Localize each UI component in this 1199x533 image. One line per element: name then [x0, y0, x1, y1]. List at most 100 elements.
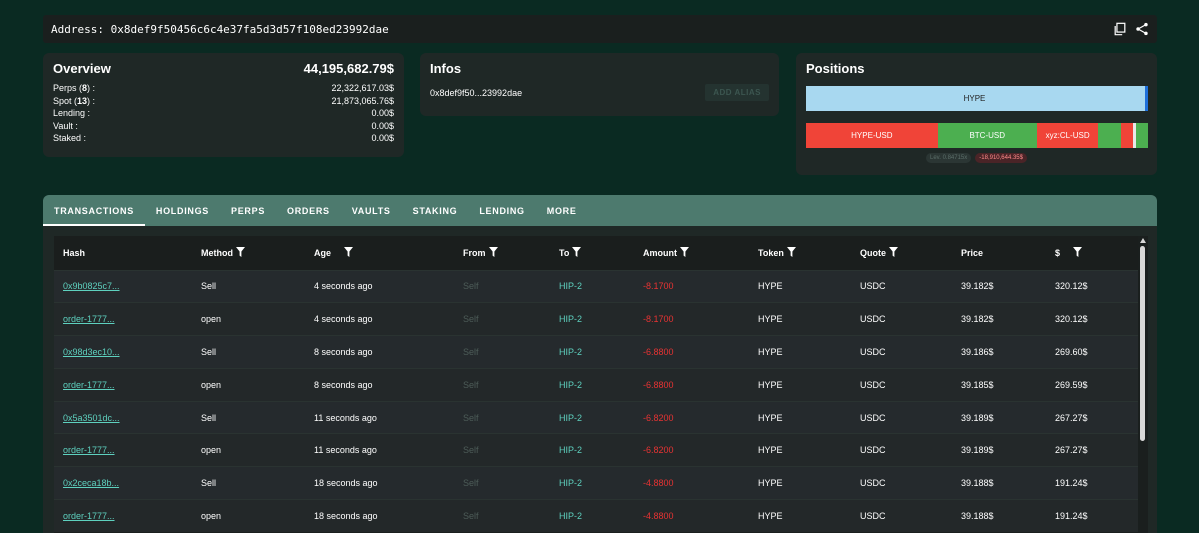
tab-orders[interactable]: ORDERS — [276, 195, 341, 226]
tab-more[interactable]: MORE — [536, 195, 588, 226]
overview-row-label: Spot (13) : — [53, 95, 95, 108]
cell-usd: 191.24$ — [1055, 511, 1088, 522]
perp-segment[interactable] — [1135, 123, 1148, 148]
filter-icon[interactable] — [1073, 246, 1083, 259]
hash-link[interactable]: 0x2ceca18b... — [63, 478, 119, 488]
scroll-thumb[interactable] — [1140, 246, 1145, 441]
filter-icon[interactable] — [572, 246, 582, 259]
cell-amount: -8.1700 — [643, 314, 674, 325]
spot-segment-small[interactable] — [1145, 86, 1148, 111]
overview-row-label-pre: Lending : — [53, 108, 91, 118]
perp-segment[interactable]: BTC-USD — [937, 123, 1037, 148]
column-header[interactable]: Token — [749, 236, 851, 270]
cell-usd: 191.24$ — [1055, 478, 1088, 489]
filter-icon[interactable] — [488, 246, 498, 259]
cell-token: HYPE — [758, 412, 783, 423]
column-header[interactable]: Age — [305, 236, 454, 270]
copy-icon[interactable] — [1113, 22, 1127, 36]
column-header[interactable]: Hash — [54, 236, 192, 270]
filter-icon[interactable] — [680, 246, 689, 259]
table-row[interactable]: order-1777... open 18 seconds ago Self HIP-2… — [54, 499, 1138, 533]
filter-icon[interactable] — [344, 246, 354, 259]
tab-vaults[interactable]: VAULTS — [341, 195, 402, 226]
column-header[interactable]: Amount — [634, 236, 749, 270]
tab-lending[interactable]: LENDING — [468, 195, 535, 226]
cell-method: Sell — [201, 346, 217, 357]
cell-age: 8 seconds ago — [314, 346, 373, 357]
hash-link[interactable]: 0x5a3501dc... — [63, 413, 120, 423]
perp-segment[interactable]: HYPE-USD — [806, 123, 938, 148]
address-bar: Address: 0x8def9f50456c6c4e37fa5d3d57f10… — [43, 15, 1157, 43]
overview-row-label-pre: Staked : — [53, 133, 87, 143]
infos-card: Infos 0x8def9f50...23992dae ADD ALIAS — [420, 53, 779, 116]
cell-age: 4 seconds ago — [314, 314, 373, 325]
overview-total: 44,195,682.79$ — [303, 61, 394, 76]
perp-segment[interactable] — [1098, 123, 1121, 148]
table-row[interactable]: 0x5a3501dc... Sell 11 seconds ago Self HIP-2… — [54, 401, 1138, 434]
address-actions — [1113, 22, 1149, 36]
cell-method: Sell — [201, 478, 217, 489]
filter-icon[interactable] — [236, 246, 245, 259]
perp-positions-bar[interactable]: HYPE-USD BTC-USD xyz:CL-USD — [806, 123, 1148, 148]
overview-row-value: 0.00$ — [371, 133, 394, 143]
spot-segment-hype[interactable]: HYPE — [806, 86, 1143, 111]
filter-icon[interactable] — [786, 246, 796, 259]
cell-method: open — [201, 511, 222, 522]
column-header-label: Quote — [860, 247, 886, 258]
table-row[interactable]: 0x98d3ec10... Sell 8 seconds ago Self HIP-2 -… — [54, 335, 1138, 369]
cell-amount: -6.8800 — [643, 346, 674, 357]
hash-link[interactable]: 0x9b0825c7... — [63, 281, 120, 291]
column-header[interactable]: $ — [1046, 236, 1138, 270]
overview-row-value: 0.00$ — [371, 108, 394, 118]
share-icon[interactable] — [1135, 22, 1149, 36]
perp-segment[interactable] — [1120, 123, 1133, 148]
hash-link[interactable]: order-1777... — [63, 445, 115, 455]
cell-quote: USDC — [860, 445, 886, 456]
column-header[interactable]: To — [550, 236, 634, 270]
tab-holdings[interactable]: HOLDINGS — [145, 195, 220, 226]
infos-short-address: 0x8def9f50...23992dae — [430, 87, 523, 98]
table-row[interactable]: 0x9b0825c7... Sell 4 seconds ago Self HIP-2 -… — [54, 270, 1138, 303]
column-header[interactable]: Price — [952, 236, 1046, 270]
table-row[interactable]: 0x2ceca18b... Sell 18 seconds ago Self HIP-2… — [54, 466, 1138, 500]
cell-from: Self — [463, 445, 479, 456]
hash-link[interactable]: order-1777... — [63, 380, 115, 390]
column-header-label: Price — [961, 247, 984, 258]
table-row[interactable]: order-1777... open 4 seconds ago Self HIP-2 -… — [54, 302, 1138, 336]
table-scrollbar[interactable] — [1138, 236, 1148, 533]
cell-from: Self — [463, 478, 479, 489]
cell-amount: -6.8200 — [643, 412, 674, 423]
overview-row-label: Vault : — [53, 120, 78, 133]
spot-positions-bar[interactable]: HYPE — [806, 86, 1148, 111]
table-row[interactable]: order-1777... open 8 seconds ago Self HIP-2 -… — [54, 368, 1138, 402]
tab-transactions[interactable]: TRANSACTIONS — [43, 195, 145, 226]
column-header-label: To — [559, 247, 570, 258]
address-label: Address: 0x8def9f50456c6c4e37fa5d3d57f10… — [51, 22, 389, 36]
overview-row: Perps (8) : 22,322,617.03$ — [53, 82, 394, 95]
add-alias-button[interactable]: ADD ALIAS — [705, 84, 769, 101]
scroll-up-arrow-icon[interactable] — [1140, 238, 1146, 243]
hash-link[interactable]: 0x98d3ec10... — [63, 347, 120, 357]
cell-amount: -4.8800 — [643, 511, 674, 522]
table-row[interactable]: order-1777... open 11 seconds ago Self HIP-2… — [54, 433, 1138, 467]
cell-hash: order-1777... — [54, 303, 192, 336]
column-header[interactable]: Quote — [851, 236, 952, 270]
cell-amount: -8.1700 — [643, 281, 674, 292]
cell-price: 39.182$ — [961, 314, 994, 325]
column-header[interactable]: Method — [192, 236, 305, 270]
cell-quote: USDC — [860, 346, 886, 357]
cell-age: 18 seconds ago — [314, 478, 378, 489]
cell-from: Self — [463, 346, 479, 357]
tab-perps[interactable]: PERPS — [220, 195, 276, 226]
cell-token: HYPE — [758, 281, 783, 292]
column-header-label: Token — [758, 247, 784, 258]
hash-link[interactable]: order-1777... — [63, 511, 115, 521]
hash-link[interactable]: order-1777... — [63, 314, 115, 324]
overview-row-label-pre: Vault : — [53, 120, 78, 131]
tab-staking[interactable]: STAKING — [402, 195, 469, 226]
perp-segment[interactable]: xyz:CL-USD — [1036, 123, 1099, 148]
cell-usd: 267.27$ — [1055, 412, 1088, 423]
filter-icon[interactable] — [889, 246, 898, 259]
cell-from: Self — [463, 511, 479, 522]
column-header[interactable]: From — [454, 236, 550, 270]
